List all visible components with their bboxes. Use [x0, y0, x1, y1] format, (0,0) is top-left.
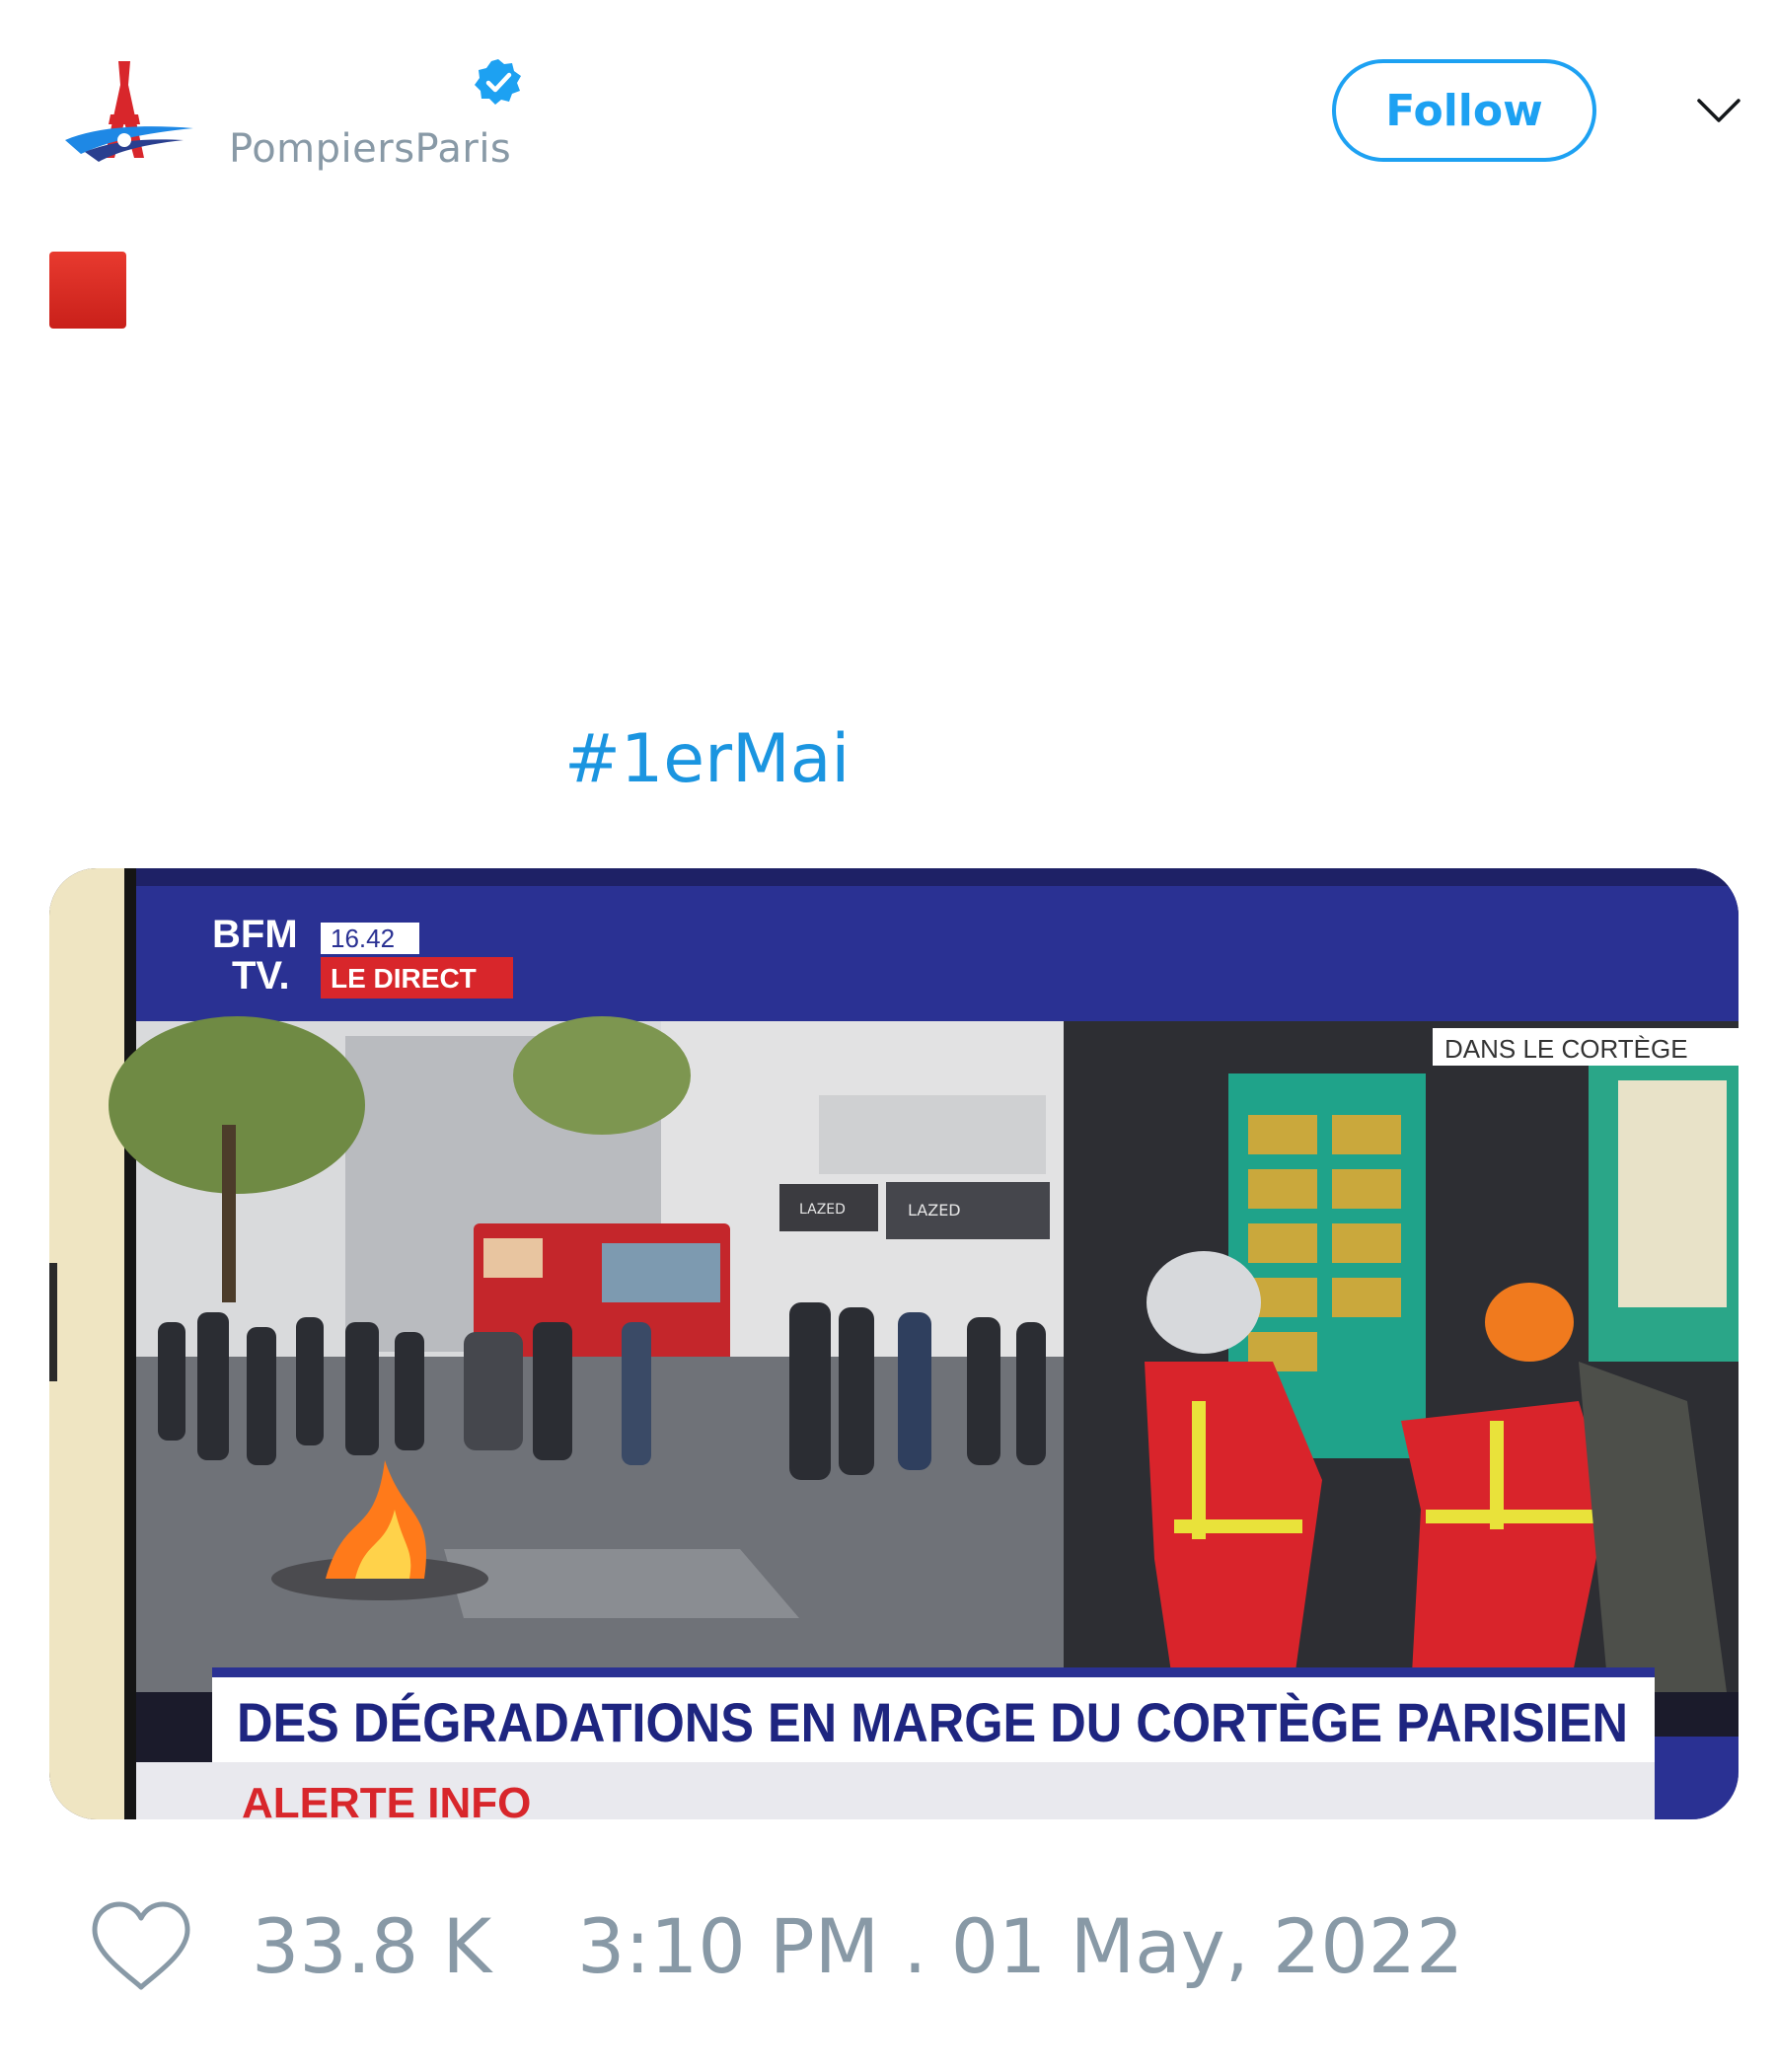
corner-label: DANS LE CORTÈGE [1444, 1034, 1688, 1064]
chevron-down-icon[interactable] [1695, 91, 1742, 130]
broadcast-headline: DES DÉGRADATIONS EN MARGE DU CORTÈGE PAR… [237, 1691, 1628, 1753]
verified-badge-icon [475, 59, 521, 105]
shop-sign-1: LAZED [799, 1202, 846, 1218]
follow-button[interactable]: Follow [1332, 59, 1596, 162]
hashtag-link[interactable]: #1erMai [564, 720, 850, 798]
ticker-label: ALERTE INFO [242, 1779, 531, 1819]
eiffel-tower-emblem-icon [65, 61, 193, 162]
tweet-timestamp[interactable]: 3:10 PM . 01 May, 2022 [577, 1902, 1463, 1990]
tweet-media-video[interactable]: LAZED LAZED DANS LE CORTÈGE BFM TV. 16.4… [49, 868, 1739, 1819]
firefighter-2 [1401, 1401, 1608, 1692]
firefighter-helmet [1147, 1251, 1261, 1354]
live-label: LE DIRECT [331, 963, 477, 994]
channel-logo-line2: TV. [232, 954, 290, 998]
broadcast-clock: 16.42 [331, 924, 395, 953]
tweet-card: PompiersParis Follow #1erMai LAZED LAZED [0, 0, 1776, 2072]
shop-sign-2: LAZED [908, 1201, 961, 1220]
red-square-icon [49, 252, 126, 329]
channel-logo-line1: BFM [212, 913, 298, 956]
like-count: 33.8 K [252, 1902, 492, 1990]
account-handle[interactable]: PompiersParis [229, 126, 511, 172]
heart-icon[interactable] [89, 1900, 193, 1993]
frame-edge [49, 868, 124, 1819]
tv-broadcast-frame: LAZED LAZED DANS LE CORTÈGE BFM TV. 16.4… [49, 868, 1739, 1819]
profile-avatar[interactable] [45, 41, 203, 199]
